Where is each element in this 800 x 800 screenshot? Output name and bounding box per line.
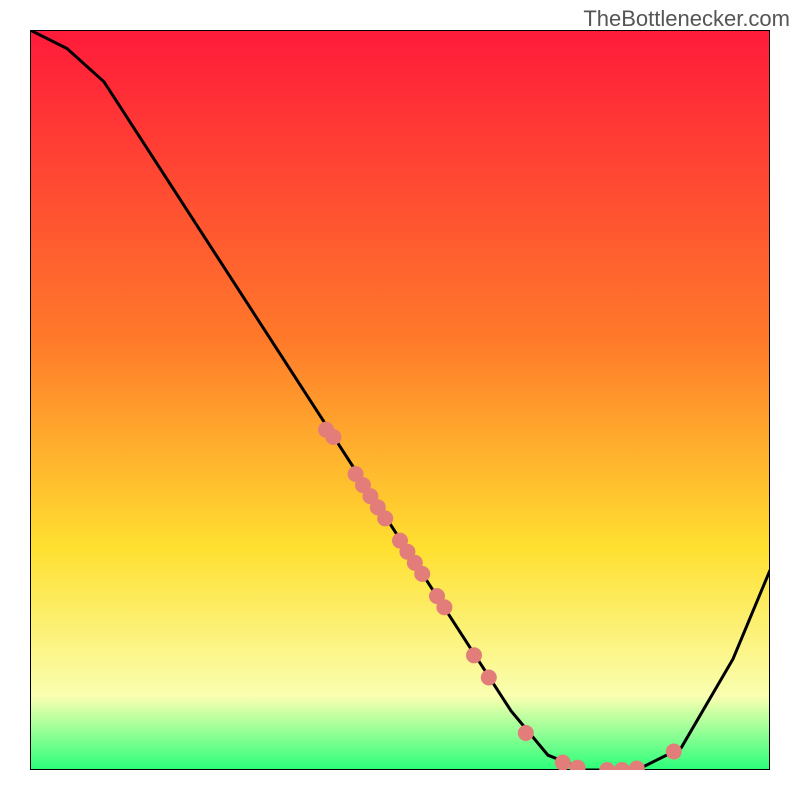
chart-svg: [30, 30, 770, 770]
watermark-text: TheBottlenecker.com: [583, 6, 790, 32]
chart-container: { "watermark": "TheBottlenecker.com", "c…: [0, 0, 800, 800]
data-marker: [481, 670, 497, 686]
data-marker: [436, 599, 452, 615]
data-marker: [414, 566, 430, 582]
data-marker: [466, 647, 482, 663]
data-marker: [666, 744, 682, 760]
data-marker: [377, 510, 393, 526]
plot-area: [30, 30, 770, 770]
data-marker: [518, 725, 534, 741]
data-marker: [555, 755, 571, 770]
data-marker: [325, 429, 341, 445]
